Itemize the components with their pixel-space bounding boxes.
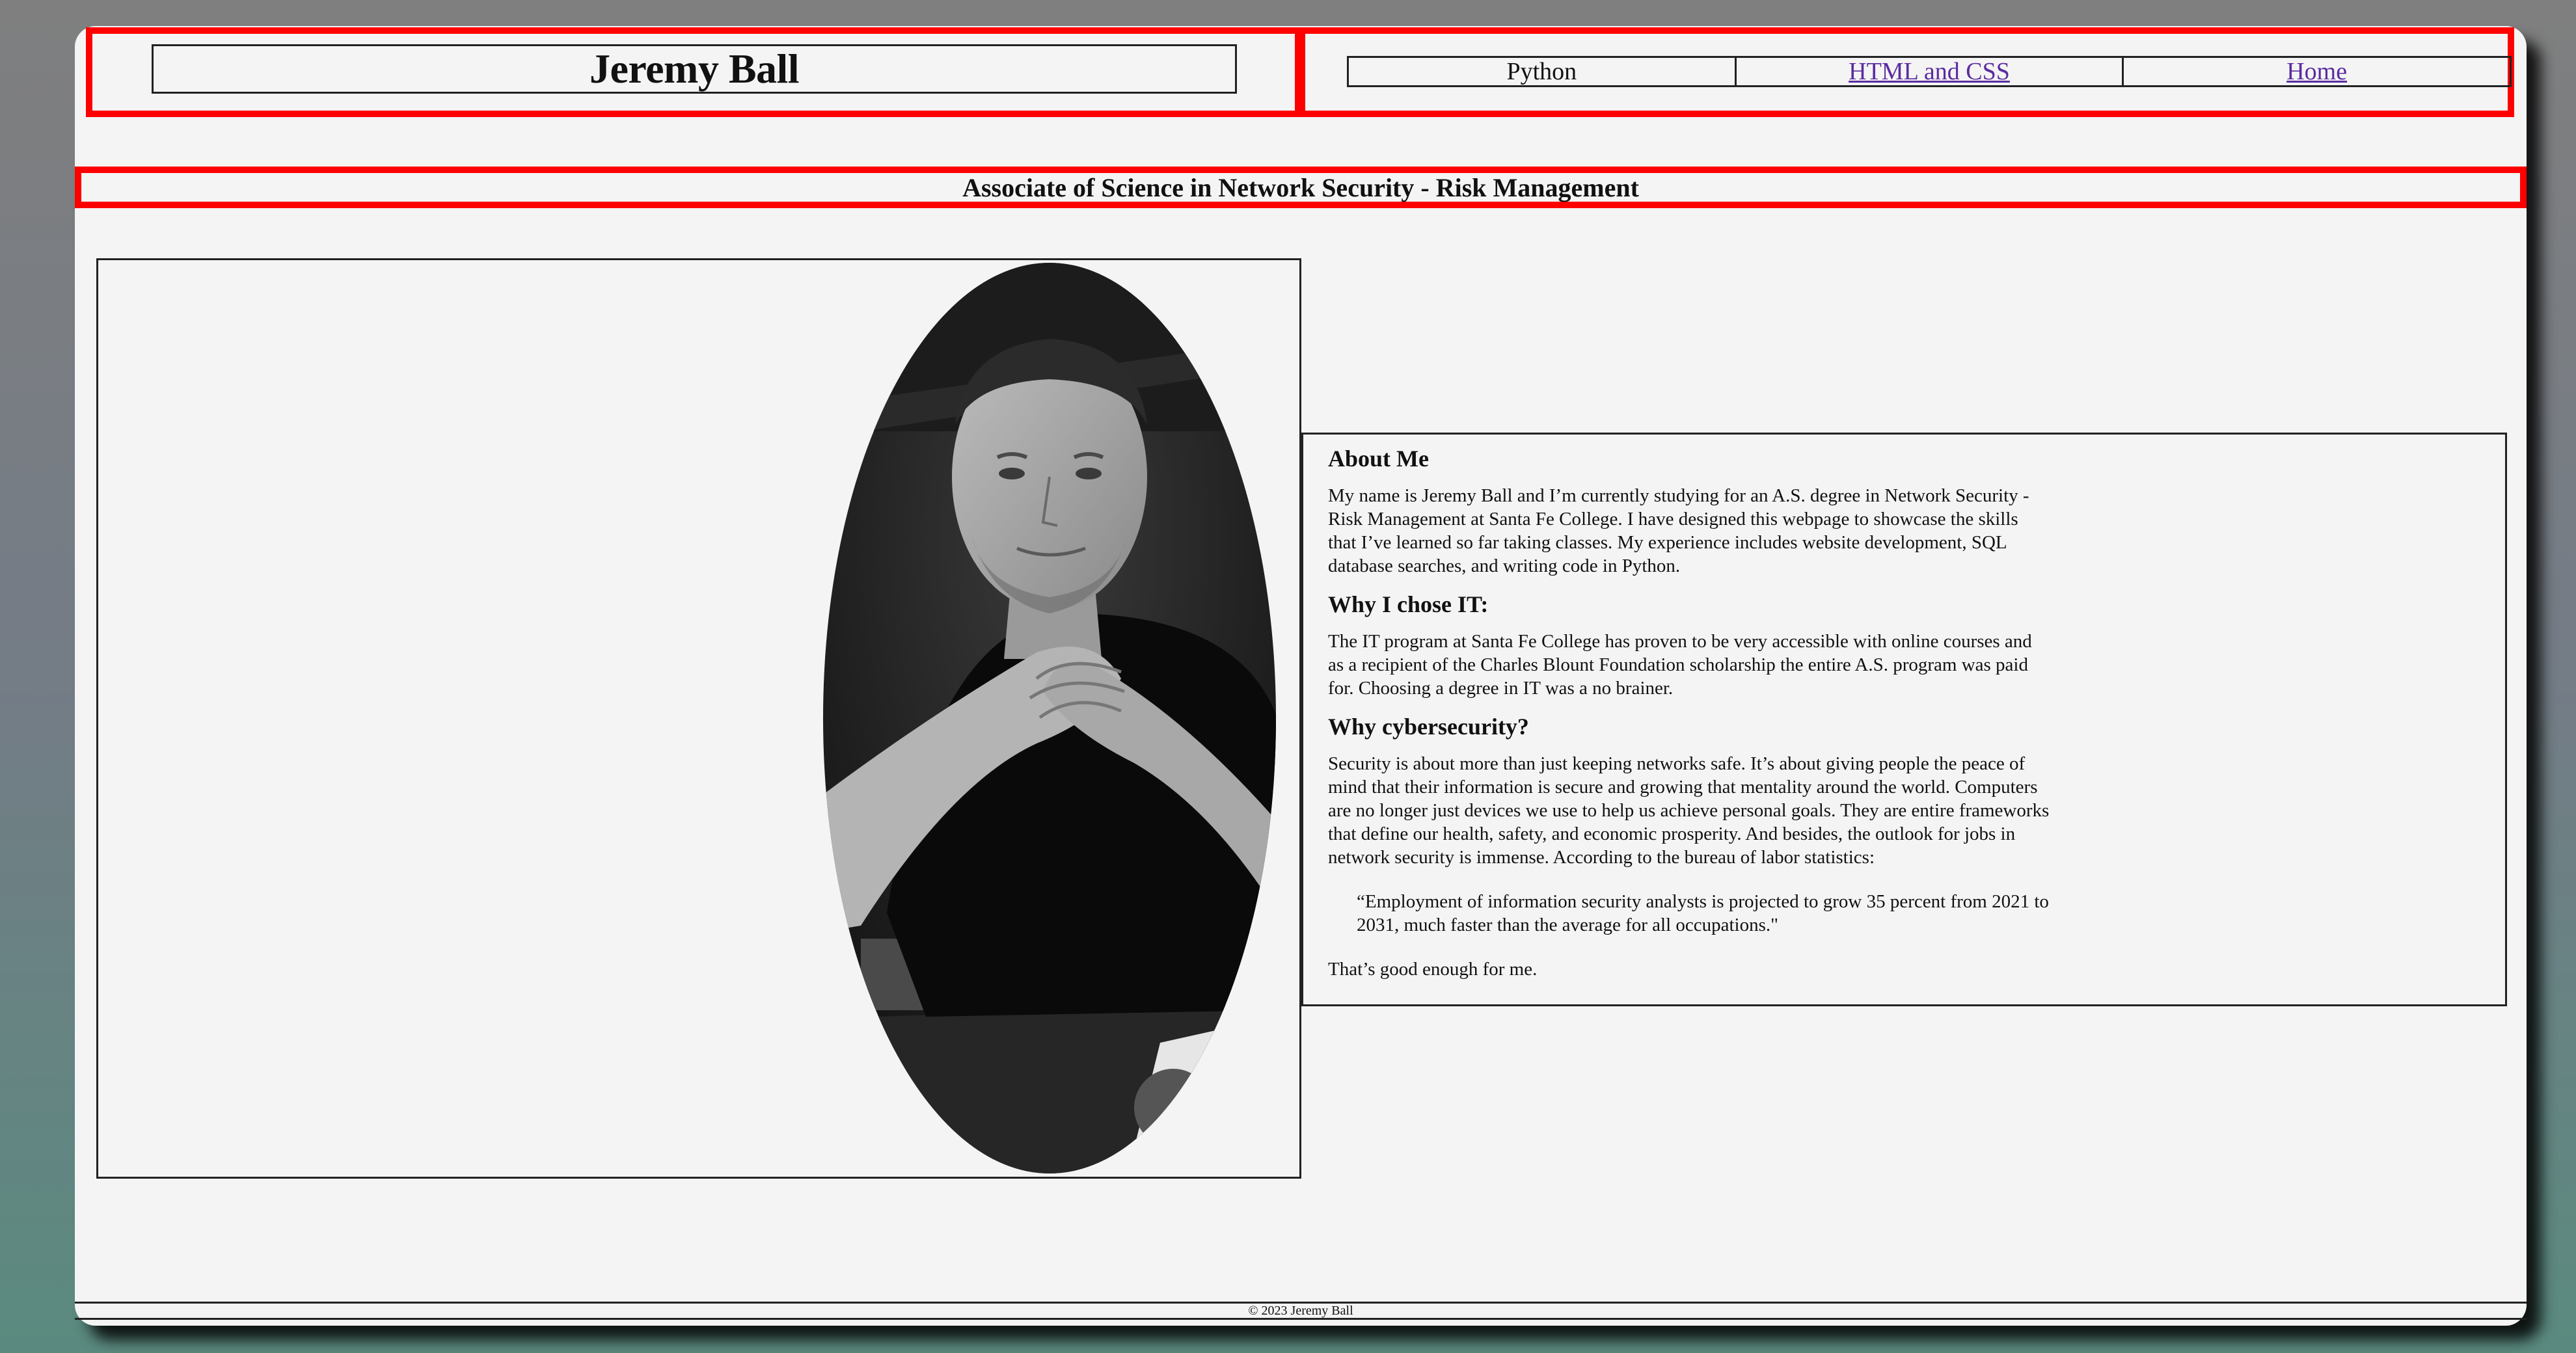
site-title: Jeremy Ball [152,44,1237,94]
content-column: About Me My name is Jeremy Ball and I’m … [1328,445,2050,981]
about-heading: About Me [1328,446,1429,472]
bls-quote: “Employment of information security anal… [1357,891,2049,935]
nav-item-html-css[interactable]: HTML and CSS [1734,56,2124,87]
why-cyber-text: Security is about more than just keeping… [1328,753,2050,868]
why-it-text: The IT program at Santa Fe College has p… [1328,631,2032,699]
why-cyber-heading: Why cybersecurity? [1328,714,1529,740]
copyright-text: © 2023 Jeremy Ball [1248,1303,1353,1318]
nav-item-home[interactable]: Home [2122,56,2512,87]
page-subtitle: Associate of Science in Network Security… [962,172,1639,202]
why-it-heading: Why I chose IT: [1328,591,1489,617]
nav-item-python[interactable]: Python [1347,56,1737,87]
profile-photo [823,263,1276,1173]
closing-text: That’s good enough for me. [1328,959,1538,980]
footer: © 2023 Jeremy Ball [75,1302,2527,1320]
nav-bar: Python HTML and CSS Home [1347,56,2512,87]
photo-panel [96,258,1301,1179]
nav-link-home[interactable]: Home [2286,57,2347,86]
nav-link-html-css[interactable]: HTML and CSS [1849,57,2010,86]
nav-label-python: Python [1506,58,1577,85]
content-panel: About Me My name is Jeremy Ball and I’m … [1301,433,2507,1006]
about-text: My name is Jeremy Ball and I’m currently… [1328,485,2029,576]
